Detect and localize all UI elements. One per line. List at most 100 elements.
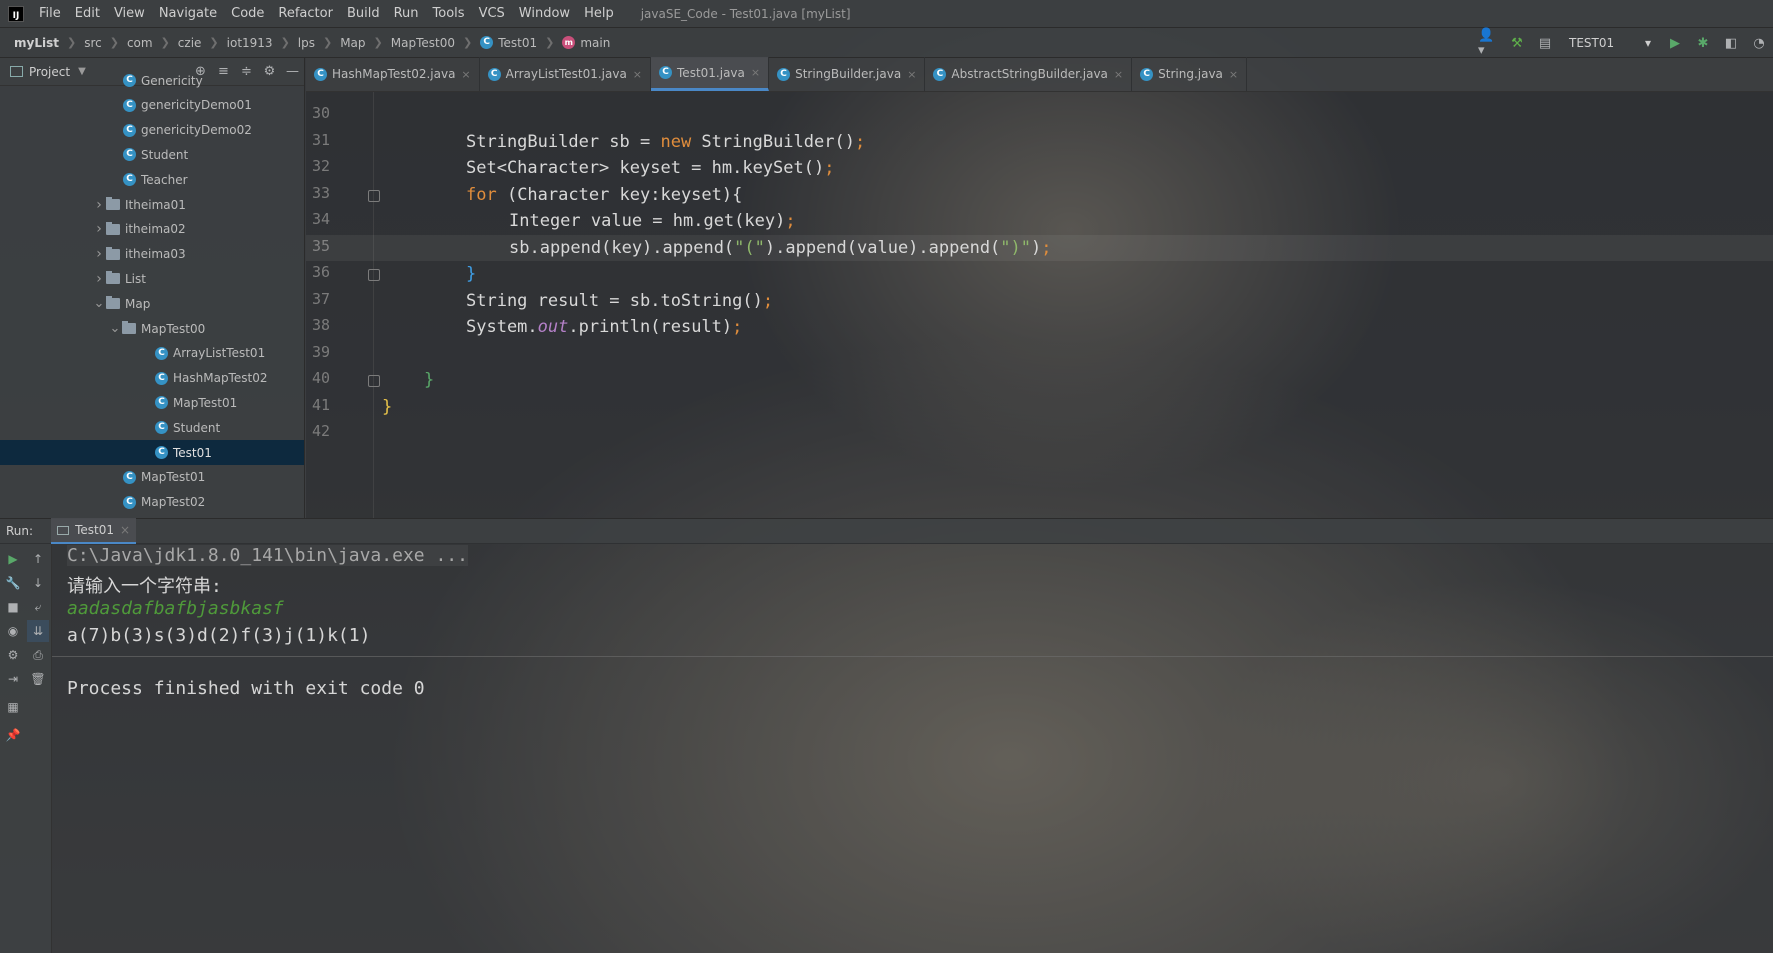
close-icon[interactable]: ×	[633, 68, 642, 81]
editor-tab[interactable]: C StringBuilder.java ×	[769, 57, 926, 91]
menu-vcs[interactable]: VCS	[472, 0, 512, 28]
wrench-icon[interactable]: 🔧	[2, 572, 24, 594]
menu-build[interactable]: Build	[340, 0, 387, 28]
project-tree-item[interactable]: C ArrayListTest01	[0, 341, 304, 366]
pin-icon[interactable]: 📌	[2, 724, 24, 746]
chevron-right-icon[interactable]: ›	[92, 221, 106, 237]
close-icon[interactable]: ×	[1229, 68, 1238, 81]
code-line[interactable]: String result = sb.toString();	[306, 288, 1773, 314]
chevron-right-icon[interactable]: ›	[92, 197, 106, 213]
chevron-right-icon[interactable]: ›	[92, 271, 106, 287]
user-icon[interactable]: 👤▾	[1478, 28, 1500, 58]
code-line[interactable]: System.out.println(result);	[306, 314, 1773, 340]
stop-icon[interactable]: ■	[2, 596, 24, 618]
folder-icon	[106, 221, 120, 235]
close-icon[interactable]: ×	[1114, 68, 1123, 81]
code-line[interactable]: }	[306, 261, 1773, 287]
chevron-right-icon[interactable]: ›	[92, 246, 106, 262]
project-tree-item[interactable]: C Genericity	[0, 68, 304, 93]
close-icon[interactable]: ×	[120, 523, 130, 537]
menu-view[interactable]: View	[107, 0, 152, 28]
editor-tab[interactable]: C Test01.java ×	[651, 57, 770, 91]
project-tree-item[interactable]: › itheima03	[0, 242, 304, 267]
project-tree-item[interactable]: › List	[0, 266, 304, 291]
close-icon[interactable]: ×	[751, 66, 760, 79]
editor-tab[interactable]: C String.java ×	[1132, 57, 1248, 91]
code-line[interactable]: sb.append(key).append("(").append(value)…	[306, 234, 1773, 261]
breadcrumb-project[interactable]: myList	[0, 36, 63, 50]
breadcrumb-iot1913[interactable]: iot1913	[223, 36, 277, 50]
menu-refactor[interactable]: Refactor	[271, 0, 340, 28]
code-line[interactable]	[306, 341, 1773, 367]
project-tree-item[interactable]: ⌄ Map	[0, 291, 304, 316]
close-icon[interactable]: ×	[907, 68, 916, 81]
code-editor[interactable]: 30 31 32 33 34 35 36 37 38 39 40 41 42 StringBuilder…	[306, 92, 1773, 518]
code-line[interactable]	[306, 102, 1773, 128]
exit-icon[interactable]: ⇥	[2, 668, 24, 690]
chevron-down-icon[interactable]: ⌄	[108, 321, 122, 336]
code-line[interactable]: for (Character key:keyset){	[306, 182, 1773, 208]
project-tree-item[interactable]: C Student	[0, 142, 304, 167]
trash-icon[interactable]: 🗑	[27, 668, 49, 690]
scroll-up-icon[interactable]: ↑	[27, 548, 49, 570]
run-configuration-select[interactable]: TEST01 ▾	[1563, 32, 1657, 54]
project-tree-item[interactable]: C Student	[0, 415, 304, 440]
scroll-down-icon[interactable]: ↓	[27, 572, 49, 594]
editor-tab[interactable]: C AbstractStringBuilder.java ×	[925, 57, 1133, 91]
code-line[interactable]: StringBuilder sb = new StringBuilder();	[306, 129, 1773, 155]
console-line: 请输入一个字符串:	[67, 576, 222, 597]
debug-icon[interactable]: ✱	[1692, 32, 1714, 54]
menu-file[interactable]: File	[32, 0, 68, 28]
project-tree-item[interactable]: CgenericityDemo01	[0, 93, 304, 118]
print-icon[interactable]: ⎙	[27, 644, 49, 666]
menu-edit[interactable]: Edit	[68, 0, 107, 28]
settings-icon[interactable]: ⚙	[2, 644, 24, 666]
breadcrumb-maptest00[interactable]: MapTest00	[387, 36, 459, 50]
project-tree-item[interactable]: C Test01	[0, 440, 304, 465]
menu-code[interactable]: Code	[224, 0, 271, 28]
breadcrumb-main[interactable]: m main	[558, 36, 614, 50]
breadcrumb-com[interactable]: com	[123, 36, 157, 50]
run-tab-test01[interactable]: Test01 ×	[51, 518, 137, 544]
menu-navigate[interactable]: Navigate	[152, 0, 224, 28]
layout-grid-icon[interactable]: ▦	[2, 696, 24, 718]
coverage-icon[interactable]: ◧	[1720, 32, 1742, 54]
breadcrumb-map[interactable]: Map	[336, 36, 369, 50]
camera-icon[interactable]: ◉	[2, 620, 24, 642]
breadcrumb-czie[interactable]: czie	[174, 36, 206, 50]
menu-window[interactable]: Window	[512, 0, 577, 28]
console-output[interactable]: C:\Java\jdk1.8.0_141\bin\java.exe ... 请输入…	[52, 544, 1773, 953]
code-line[interactable]: Integer value = hm.get(key);	[306, 208, 1773, 234]
breadcrumb-lps[interactable]: lps	[294, 36, 319, 50]
code-line[interactable]: Set<Character> keyset = hm.keySet();	[306, 155, 1773, 181]
project-tree-item[interactable]: › Itheima01	[0, 192, 304, 217]
project-tree-item[interactable]: C MapTest01	[0, 465, 304, 490]
menu-tools[interactable]: Tools	[426, 0, 472, 28]
close-icon[interactable]: ×	[461, 68, 470, 81]
project-tree-item[interactable]: CgenericityDemo02	[0, 118, 304, 143]
project-tree-item[interactable]: C MapTest02	[0, 490, 304, 515]
hammer-icon[interactable]: ⚒	[1506, 32, 1528, 54]
chevron-down-icon[interactable]: ⌄	[92, 296, 106, 311]
code-line[interactable]: }	[306, 367, 1773, 393]
editor-tab[interactable]: C ArrayListTest01.java ×	[480, 57, 652, 91]
project-tree-item[interactable]: C MapTest01	[0, 390, 304, 415]
run-icon[interactable]: ▶	[1664, 32, 1686, 54]
project-tree-item-label: List	[125, 271, 146, 286]
code-line[interactable]	[306, 420, 1773, 446]
menu-help[interactable]: Help	[577, 0, 621, 28]
project-tree-item[interactable]: C Teacher	[0, 167, 304, 192]
rerun-icon[interactable]: ▶	[2, 548, 24, 570]
soft-wrap-icon[interactable]: ⤶	[27, 596, 49, 618]
editor-tab[interactable]: C HashMapTest02.java ×	[306, 57, 480, 91]
profile-icon[interactable]: ◔	[1748, 32, 1770, 54]
menu-run[interactable]: Run	[387, 0, 426, 28]
scroll-to-end-icon[interactable]: ⇊	[27, 620, 49, 642]
breadcrumb-src[interactable]: src	[80, 36, 106, 50]
breadcrumb-test01[interactable]: C Test01	[476, 36, 541, 50]
project-tree-item[interactable]: C HashMapTest02	[0, 366, 304, 391]
project-tree-item[interactable]: ⌄ MapTest00	[0, 316, 304, 341]
code-line[interactable]: }	[306, 394, 1773, 420]
project-tree-item[interactable]: › itheima02	[0, 217, 304, 242]
layout-icon[interactable]: ▤	[1534, 32, 1556, 54]
